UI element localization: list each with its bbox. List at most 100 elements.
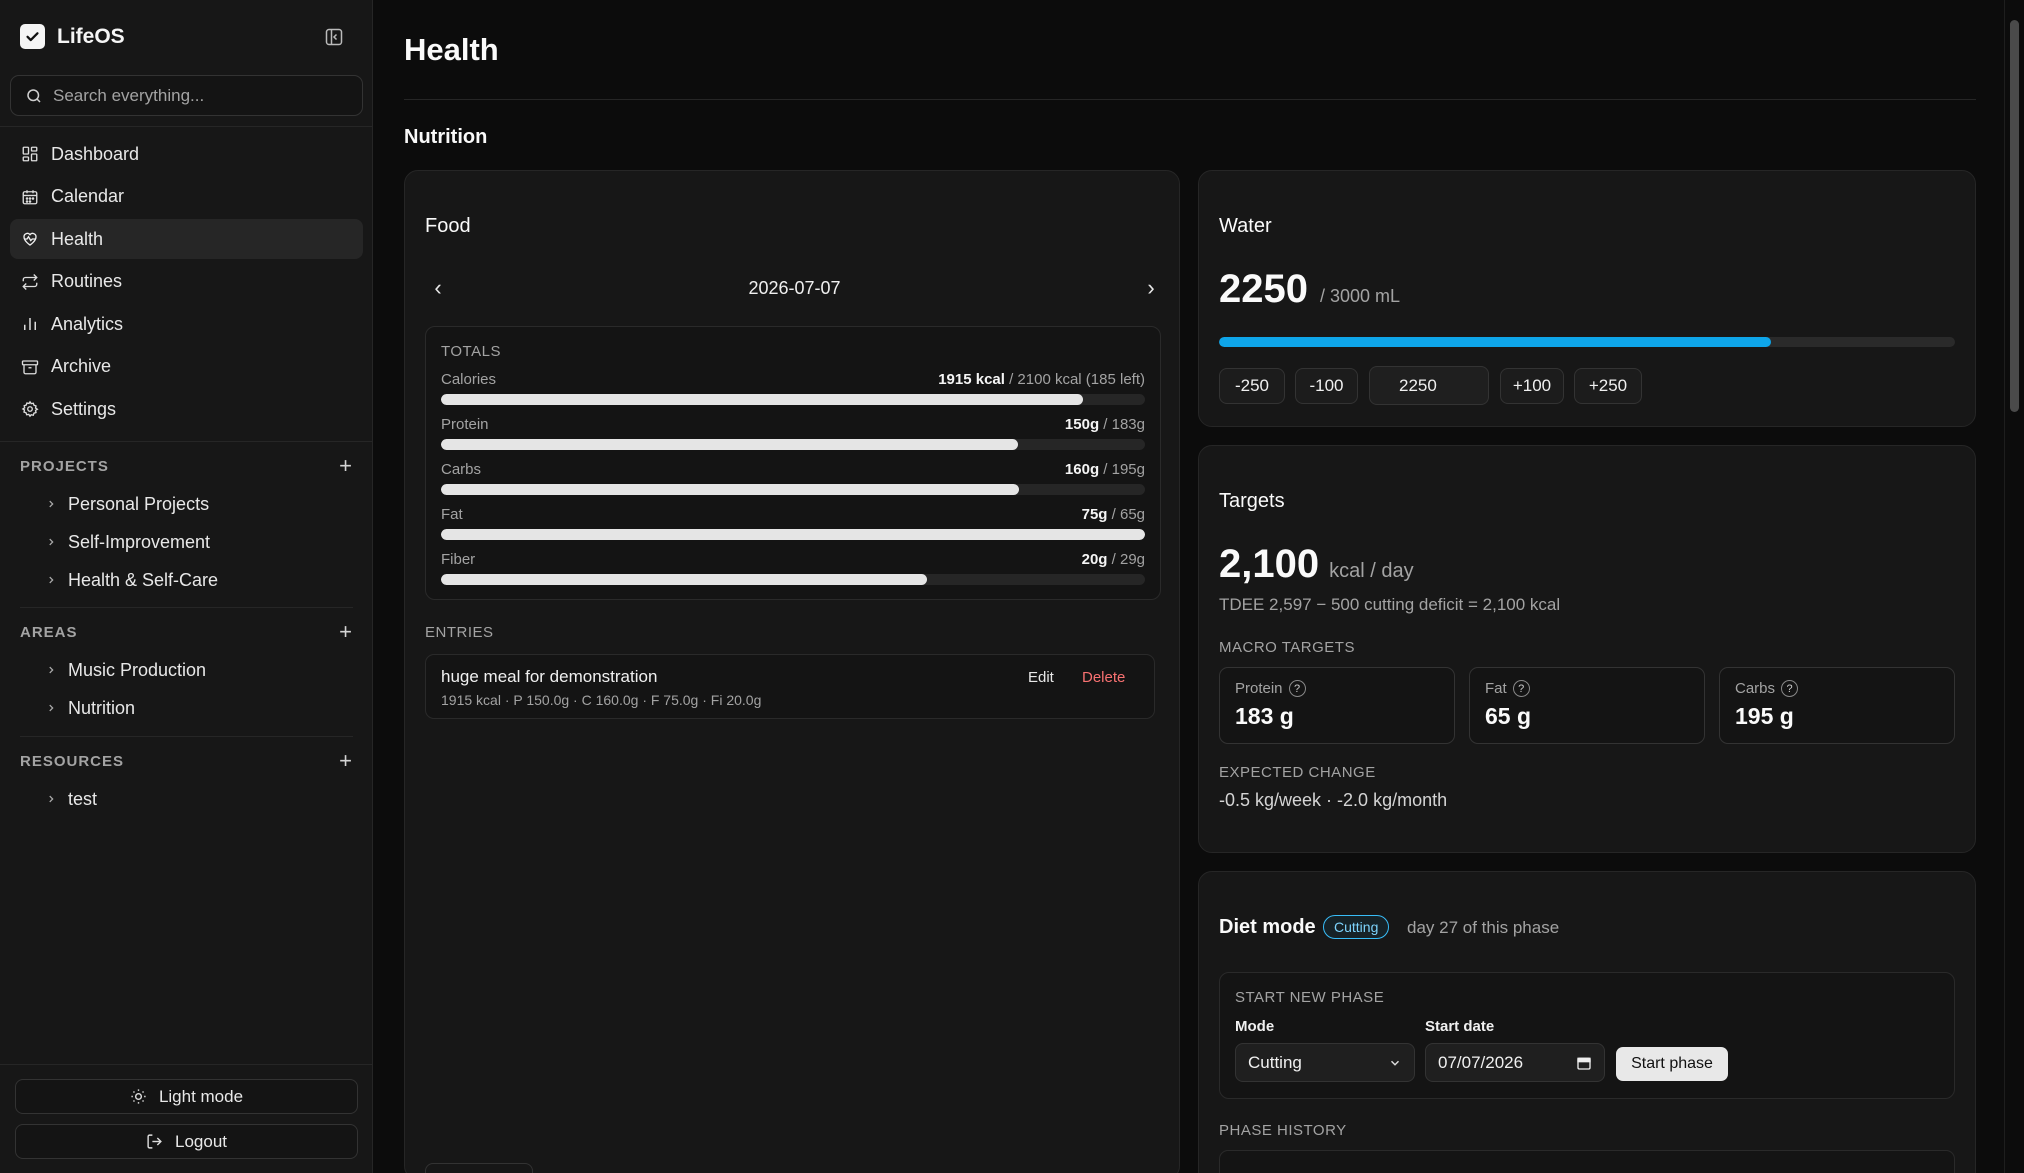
calendar-icon[interactable] xyxy=(1576,1055,1592,1071)
water-amount-input[interactable] xyxy=(1369,366,1489,405)
progress-fill xyxy=(441,529,1145,540)
progress-bar xyxy=(441,439,1145,450)
search-icon xyxy=(27,88,41,103)
entry-meta: 1915 kcal · P 150.0g · C 160.0g · F 75.0… xyxy=(441,692,762,708)
nav-item-calendar[interactable]: Calendar xyxy=(10,177,363,217)
progress-fill xyxy=(441,574,927,585)
food-entry: huge meal for demonstration 1915 kcal · … xyxy=(425,654,1155,719)
macro-target-label: Fat xyxy=(1485,680,1507,697)
water-title: Water xyxy=(1219,215,1272,237)
areas-list: Music Production Nutrition xyxy=(46,651,206,727)
mode-select-value: Cutting xyxy=(1248,1052,1302,1072)
divider xyxy=(20,607,353,608)
macro-value: 150g / 183g xyxy=(1064,416,1145,433)
water-card: Water 2250 / 3000 mL -250 -100 +100 +250 xyxy=(1198,170,1976,427)
add-project-icon[interactable]: + xyxy=(339,455,353,477)
macro-name: Fat xyxy=(441,506,463,523)
phase-history-row xyxy=(1219,1150,1955,1173)
main-content: Health Nutrition Food ‹ 2026-07-07 › TOT… xyxy=(374,0,2004,1173)
progress-fill xyxy=(441,484,1019,495)
progress-fill xyxy=(441,394,1084,405)
light-mode-button[interactable]: Light mode xyxy=(15,1079,358,1114)
add-entry-button[interactable] xyxy=(425,1163,533,1173)
fat-target-box: Fat? 65 g xyxy=(1469,667,1705,744)
search-input[interactable] xyxy=(53,85,343,106)
macro-name: Fiber xyxy=(441,551,476,568)
heart-pulse-icon xyxy=(23,232,37,246)
project-item[interactable]: Personal Projects xyxy=(46,485,218,523)
nav-item-archive[interactable]: Archive xyxy=(10,347,363,387)
start-date-input[interactable]: 07/07/2026 xyxy=(1425,1043,1605,1082)
nav-label: Calendar xyxy=(51,186,125,206)
area-item[interactable]: Nutrition xyxy=(46,689,206,727)
projects-list: Personal Projects Self-Improvement Healt… xyxy=(46,485,218,599)
new-phase-label: START NEW PHASE xyxy=(1235,989,1385,1006)
divider xyxy=(404,99,1976,100)
next-day-button[interactable]: › xyxy=(1138,275,1164,301)
nav-label: Routines xyxy=(51,271,123,291)
collapse-sidebar-icon[interactable] xyxy=(322,25,346,49)
macro-row-fiber: Fiber 20g / 29g xyxy=(441,551,1145,585)
diet-mode-card: Diet mode Cutting day 27 of this phase S… xyxy=(1198,871,1976,1173)
nav-label: Settings xyxy=(51,398,117,419)
logout-icon xyxy=(147,1134,162,1149)
start-new-phase-panel: START NEW PHASE Mode Start date Cutting … xyxy=(1219,972,1955,1099)
progress-bar xyxy=(441,394,1145,405)
dashboard-icon xyxy=(22,146,38,162)
water-plus-250-button[interactable]: +250 xyxy=(1574,368,1642,404)
divider xyxy=(0,441,373,442)
kcal-target: 2,100 kcal / day xyxy=(1219,542,1414,587)
previous-day-button[interactable]: ‹ xyxy=(425,275,451,301)
sidebar: LifeOS Dashboard Calendar Health Routine… xyxy=(0,0,373,1173)
water-minus-250-button[interactable]: -250 xyxy=(1219,368,1285,404)
project-item[interactable]: Health & Self-Care xyxy=(46,561,218,599)
project-label: Personal Projects xyxy=(68,493,210,514)
carbs-target-box: Carbs? 195 g xyxy=(1719,667,1955,744)
mode-label: Mode xyxy=(1235,1018,1275,1035)
water-progress-bar xyxy=(1219,337,1955,347)
area-label: Music Production xyxy=(68,659,207,680)
logout-button[interactable]: Logout xyxy=(15,1124,358,1159)
brand[interactable]: LifeOS xyxy=(20,24,125,49)
nav-item-settings[interactable]: Settings xyxy=(10,389,363,429)
macro-targets-label: MACRO TARGETS xyxy=(1219,639,1355,656)
projects-section-header: PROJECTS + xyxy=(20,455,353,477)
water-plus-100-button[interactable]: +100 xyxy=(1500,368,1564,404)
help-icon[interactable]: ? xyxy=(1781,680,1799,697)
nav-item-routines[interactable]: Routines xyxy=(10,262,363,302)
delete-entry-button[interactable]: Delete xyxy=(1082,669,1125,686)
targets-card: Targets 2,100 kcal / day TDEE 2,597 − 50… xyxy=(1198,445,1976,853)
entry-name: huge meal for demonstration xyxy=(441,667,658,686)
mode-select[interactable]: Cutting xyxy=(1235,1043,1415,1082)
nav-item-dashboard[interactable]: Dashboard xyxy=(10,134,363,174)
phase-day-text: day 27 of this phase xyxy=(1407,918,1560,937)
nav-item-analytics[interactable]: Analytics xyxy=(10,304,363,344)
light-mode-label: Light mode xyxy=(158,1086,244,1106)
help-icon[interactable]: ? xyxy=(1512,680,1530,697)
search-box[interactable] xyxy=(10,75,363,116)
water-minus-100-button[interactable]: -100 xyxy=(1295,368,1358,404)
chevron-right-icon xyxy=(49,538,54,546)
water-current: 2250 xyxy=(1219,267,1308,311)
help-icon[interactable]: ? xyxy=(1288,680,1306,697)
nav-item-health[interactable]: Health xyxy=(10,219,363,259)
edit-entry-button[interactable]: Edit xyxy=(1028,669,1054,686)
add-resource-icon[interactable]: + xyxy=(339,750,353,772)
start-phase-button[interactable]: Start phase xyxy=(1616,1047,1728,1081)
add-area-icon[interactable]: + xyxy=(339,621,353,643)
progress-bar xyxy=(441,574,1145,585)
divider xyxy=(20,736,353,737)
nav-label: Dashboard xyxy=(51,143,140,164)
resource-item[interactable]: test xyxy=(46,780,97,818)
divider xyxy=(0,126,373,127)
scrollbar-thumb[interactable] xyxy=(2010,20,2019,412)
area-item[interactable]: Music Production xyxy=(46,651,206,689)
macro-value: 160g / 195g xyxy=(1064,461,1145,478)
kcal-value: 2,100 xyxy=(1219,542,1320,586)
project-item[interactable]: Self-Improvement xyxy=(46,523,218,561)
sun-icon xyxy=(131,1089,146,1104)
totals-panel: TOTALS Calories 1915 kcal / 2100 kcal (1… xyxy=(425,326,1161,600)
nav-label: Analytics xyxy=(51,313,124,334)
progress-bar xyxy=(441,484,1145,495)
water-goal: / 3000 mL xyxy=(1319,286,1401,306)
